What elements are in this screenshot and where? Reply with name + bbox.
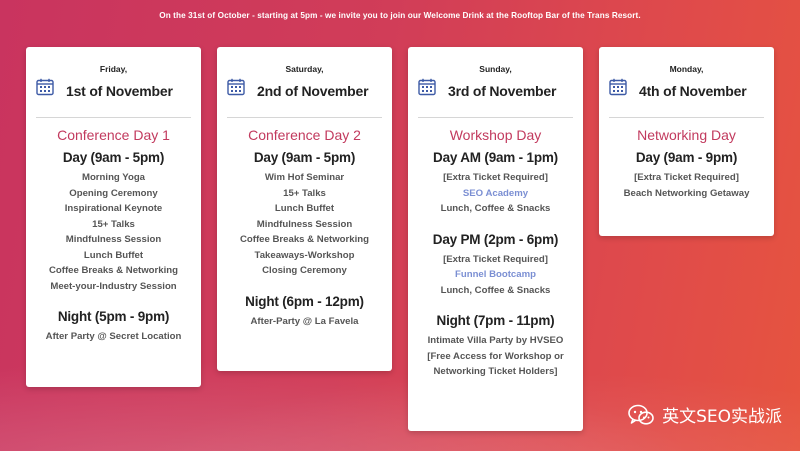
welcome-banner: On the 31st of October - starting at 5pm… — [159, 11, 641, 20]
list-item: Mindfulness Session — [256, 218, 353, 230]
card-date: 2nd of November — [257, 83, 369, 99]
list-item: [Free Access for Workshop or — [427, 350, 564, 362]
list-item: [Extra Ticket Required] — [443, 172, 548, 183]
day-title: Conference Day 2 — [248, 127, 361, 143]
list-item: Coffee Breaks & Networking — [239, 234, 369, 245]
calendar-icon — [227, 78, 245, 96]
card-divider — [227, 117, 382, 118]
section-title: Night (7pm - 11pm) — [436, 313, 555, 328]
list-item: Closing Ceremony — [262, 265, 347, 276]
calendar-icon — [36, 78, 54, 96]
watermark-text: 英文SEO实战派 — [662, 407, 782, 427]
list-item: Morning Yoga — [81, 172, 146, 183]
section-title: Day AM (9am - 1pm) — [433, 150, 558, 165]
list-item: Lunch Buffet — [274, 203, 335, 214]
list-item: Lunch, Coffee & Snacks — [440, 284, 551, 296]
list-item: Takeaways-Workshop — [254, 249, 355, 261]
day-title: Networking Day — [637, 127, 736, 143]
section-title: Day PM (2pm - 6pm) — [432, 231, 559, 247]
list-item: Intimate Villa Party by HVSEO — [427, 335, 564, 346]
list-item: 15+ Talks — [283, 187, 326, 199]
list-item: Opening Ceremony — [69, 187, 158, 199]
list-item: Networking Ticket Holders] — [433, 366, 558, 377]
schedule-card-monday: Monday, 4th of November Networking Day D… — [599, 47, 774, 236]
list-item: Coffee Breaks & Networking — [48, 265, 178, 276]
list-item: [Extra Ticket Required] — [634, 172, 739, 183]
card-date: 4th of November — [639, 83, 747, 99]
seo-academy-link[interactable]: SEO Academy — [408, 186, 583, 202]
card-divider — [418, 117, 573, 118]
schedule-card-friday: Friday, 1st of November Conference Day 1… — [26, 47, 201, 387]
calendar-icon — [609, 78, 627, 96]
card-weekday: Friday, — [99, 64, 128, 74]
section-title: Day (9am - 9pm) — [635, 150, 738, 165]
schedule-card-sunday: Sunday, 3rd of November Workshop Day Day… — [408, 47, 583, 431]
section-title: Day (9am - 5pm) — [62, 150, 165, 165]
schedule-card-saturday: Saturday, 2nd of November Conference Day… — [217, 47, 392, 371]
list-item: [Extra Ticket Required] — [443, 253, 548, 265]
list-item: After Party @ Secret Location — [45, 331, 182, 342]
card-date: 1st of November — [66, 83, 173, 99]
calendar-icon — [418, 78, 436, 96]
section-title: Night (5pm - 9pm) — [57, 309, 170, 324]
watermark: 英文SEO实战派 — [628, 402, 782, 427]
card-weekday: Monday, — [669, 64, 704, 74]
list-item: Lunch Buffet — [83, 249, 144, 261]
card-divider — [36, 117, 191, 118]
section-title: Night (6pm - 12pm) — [245, 293, 364, 309]
list-item: Beach Networking Getaway — [623, 187, 750, 199]
card-date: 3rd of November — [448, 83, 557, 99]
list-item: Wim Hof Seminar — [264, 172, 345, 183]
card-divider — [609, 117, 764, 118]
list-item: Inspirational Keynote — [64, 203, 163, 214]
list-item: Meet-your-Industry Session — [50, 280, 177, 292]
list-item: After-Party @ La Favela — [250, 315, 359, 327]
funnel-bootcamp-link[interactable]: Funnel Bootcamp — [408, 267, 583, 283]
card-weekday: Saturday, — [285, 64, 324, 74]
card-weekday: Sunday, — [479, 64, 512, 74]
section-title: Day (9am - 5pm) — [253, 150, 356, 165]
list-item: Mindfulness Session — [65, 234, 162, 245]
day-title: Conference Day 1 — [57, 127, 170, 143]
list-item: Lunch, Coffee & Snacks — [440, 203, 551, 214]
wechat-icon — [628, 404, 654, 425]
list-item: 15+ Talks — [92, 218, 135, 230]
day-title: Workshop Day — [449, 127, 542, 143]
